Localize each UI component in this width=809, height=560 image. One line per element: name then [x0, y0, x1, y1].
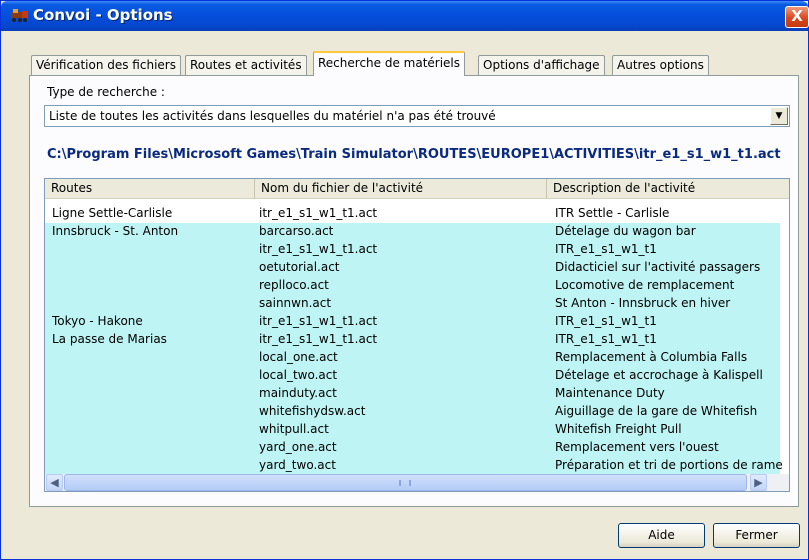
list-item-route: Tokyo - Hakone	[52, 314, 143, 328]
arrow-left-icon[interactable]: ◀	[46, 474, 63, 491]
list-item[interactable]: Ligne Settle-Carlisle itr_e1_s1_w1_t1.act…	[45, 205, 780, 223]
list-item-description: St Anton - Innsbruck en hiver	[555, 296, 731, 310]
tab-routes-activites[interactable]: Routes et activités	[185, 55, 307, 75]
list-item[interactable]: yard_one.act Remplacement vers l'ouest	[45, 439, 780, 457]
list-item-file: yard_one.act	[259, 440, 337, 454]
list-item[interactable]: yard_two.act Préparation et tri de portio…	[45, 457, 783, 475]
list-item-description: ITR_e1_s1_w1_t1	[555, 242, 657, 256]
list-item[interactable]: local_two.act Dételage et accrochage à Ka…	[45, 367, 780, 385]
list-item-description: Dételage et accrochage à Kalispell	[555, 368, 763, 382]
list-item-file: yard_two.act	[259, 458, 336, 472]
list-item-description: Locomotive de remplacement	[555, 278, 735, 292]
list-item-file: itr_e1_s1_w1_t1.act	[259, 314, 378, 328]
tab-verification-fichiers[interactable]: Vérification des fichiers	[31, 55, 181, 75]
options-window: Convoi - Options X Vérification des fich…	[0, 0, 809, 560]
list-item-file: local_two.act	[259, 368, 338, 382]
list-item[interactable]: itr_e1_s1_w1_t1.act ITR_e1_s1_w1_t1	[45, 241, 780, 259]
list-item-file: barcarso.act	[259, 224, 334, 238]
chevron-down-icon[interactable]: ▼	[770, 107, 788, 125]
list-item[interactable]: local_one.act Remplacement à Columbia Fal…	[45, 349, 780, 367]
list-item[interactable]: La passe de Marias itr_e1_s1_w1_t1.act ITR…	[45, 331, 780, 349]
list-item-description: Dételage du wagon bar	[555, 224, 696, 238]
list-item-description: Whitefish Freight Pull	[555, 422, 682, 436]
list-item-description: Aiguillage de la gare de Whitefish	[555, 404, 758, 418]
train-icon	[11, 9, 28, 22]
close-button[interactable]: Fermer	[713, 523, 800, 548]
list-item-route: Innsbruck - St. Anton	[52, 224, 179, 238]
list-item-route: Ligne Settle-Carlisle	[52, 206, 173, 220]
list-item-description: Remplacement vers l'ouest	[555, 440, 719, 454]
list-item[interactable]: mainduty.act Maintenance Duty	[45, 385, 780, 403]
tab-recherche-materiels[interactable]: Recherche de matériels	[313, 51, 466, 76]
list-item[interactable]: replloco.act Locomotive de remplacement	[45, 277, 780, 295]
column-header-description[interactable]: Description de l'activité	[547, 179, 789, 199]
list-item[interactable]: whitpull.act Whitefish Freight Pull	[45, 421, 780, 439]
activities-list[interactable]: Routes Nom du fichier de l'activité Desc…	[44, 178, 790, 492]
window-title: Convoi - Options	[33, 6, 173, 24]
list-item-description: ITR_e1_s1_w1_t1	[555, 332, 657, 346]
list-item-description: ITR Settle - Carlisle	[555, 206, 670, 220]
list-item-description: Maintenance Duty	[555, 386, 665, 400]
list-item[interactable]: whitefishydsw.act Aiguillage de la gare d…	[45, 403, 780, 421]
list-item-file: whitpull.act	[259, 422, 329, 436]
search-type-value: Liste de toutes les activités dans lesqu…	[49, 109, 496, 123]
column-header-routes[interactable]: Routes	[45, 179, 255, 199]
list-item-route: La passe de Marias	[52, 332, 167, 346]
search-type-label: Type de recherche :	[47, 85, 165, 99]
horizontal-scrollbar[interactable]: ◀ ▶	[45, 474, 789, 491]
scrollbar-thumb[interactable]	[64, 474, 747, 491]
list-item[interactable]: Tokyo - Hakone itr_e1_s1_w1_t1.act ITR_e1_…	[45, 313, 780, 331]
list-item-description: Préparation et tri de portions de rame	[555, 458, 783, 472]
grip-icon	[399, 480, 411, 486]
activity-path: C:\Program Files\Microsoft Games\Train S…	[47, 147, 787, 162]
list-item-file: whitefishydsw.act	[259, 404, 366, 418]
tab-options-affichage[interactable]: Options d'affichage	[478, 55, 605, 75]
list-item-file: mainduty.act	[259, 386, 337, 400]
list-header: Routes Nom du fichier de l'activité Desc…	[45, 179, 789, 199]
list-item-file: itr_e1_s1_w1_t1.act	[259, 242, 378, 256]
list-item-description: Remplacement à Columbia Falls	[555, 350, 748, 364]
arrow-right-icon[interactable]: ▶	[750, 474, 767, 491]
search-type-select[interactable]: Liste de toutes les activités dans lesqu…	[44, 105, 790, 127]
list-item[interactable]: Innsbruck - St. Anton barcarso.act Dételag…	[45, 223, 780, 241]
close-window-button[interactable]: X	[785, 6, 809, 28]
column-header-file[interactable]: Nom du fichier de l'activité	[255, 179, 547, 199]
list-item[interactable]: oetutorial.act Didacticiel sur l'activité…	[45, 259, 780, 277]
activity-path-text: C:\Program Files\Microsoft Games\Train S…	[47, 147, 781, 162]
help-button[interactable]: Aide	[618, 523, 705, 548]
tab-autres-options[interactable]: Autres options	[612, 55, 709, 75]
list-item-file: sainnwn.act	[259, 296, 332, 310]
list-item-description: Didacticiel sur l'activité passagers	[555, 260, 761, 274]
list-item-file: oetutorial.act	[259, 260, 340, 274]
list-item[interactable]: sainnwn.act St Anton - Innsbruck en hiver	[45, 295, 780, 313]
list-item-file: itr_e1_s1_w1_t1.act	[259, 206, 378, 220]
list-item-file: itr_e1_s1_w1_t1.act	[259, 332, 378, 346]
title-bar[interactable]: Convoi - Options X	[1, 1, 809, 31]
list-item-file: local_one.act	[259, 350, 338, 364]
list-item-file: replloco.act	[259, 278, 329, 292]
list-item-description: ITR_e1_s1_w1_t1	[555, 314, 657, 328]
